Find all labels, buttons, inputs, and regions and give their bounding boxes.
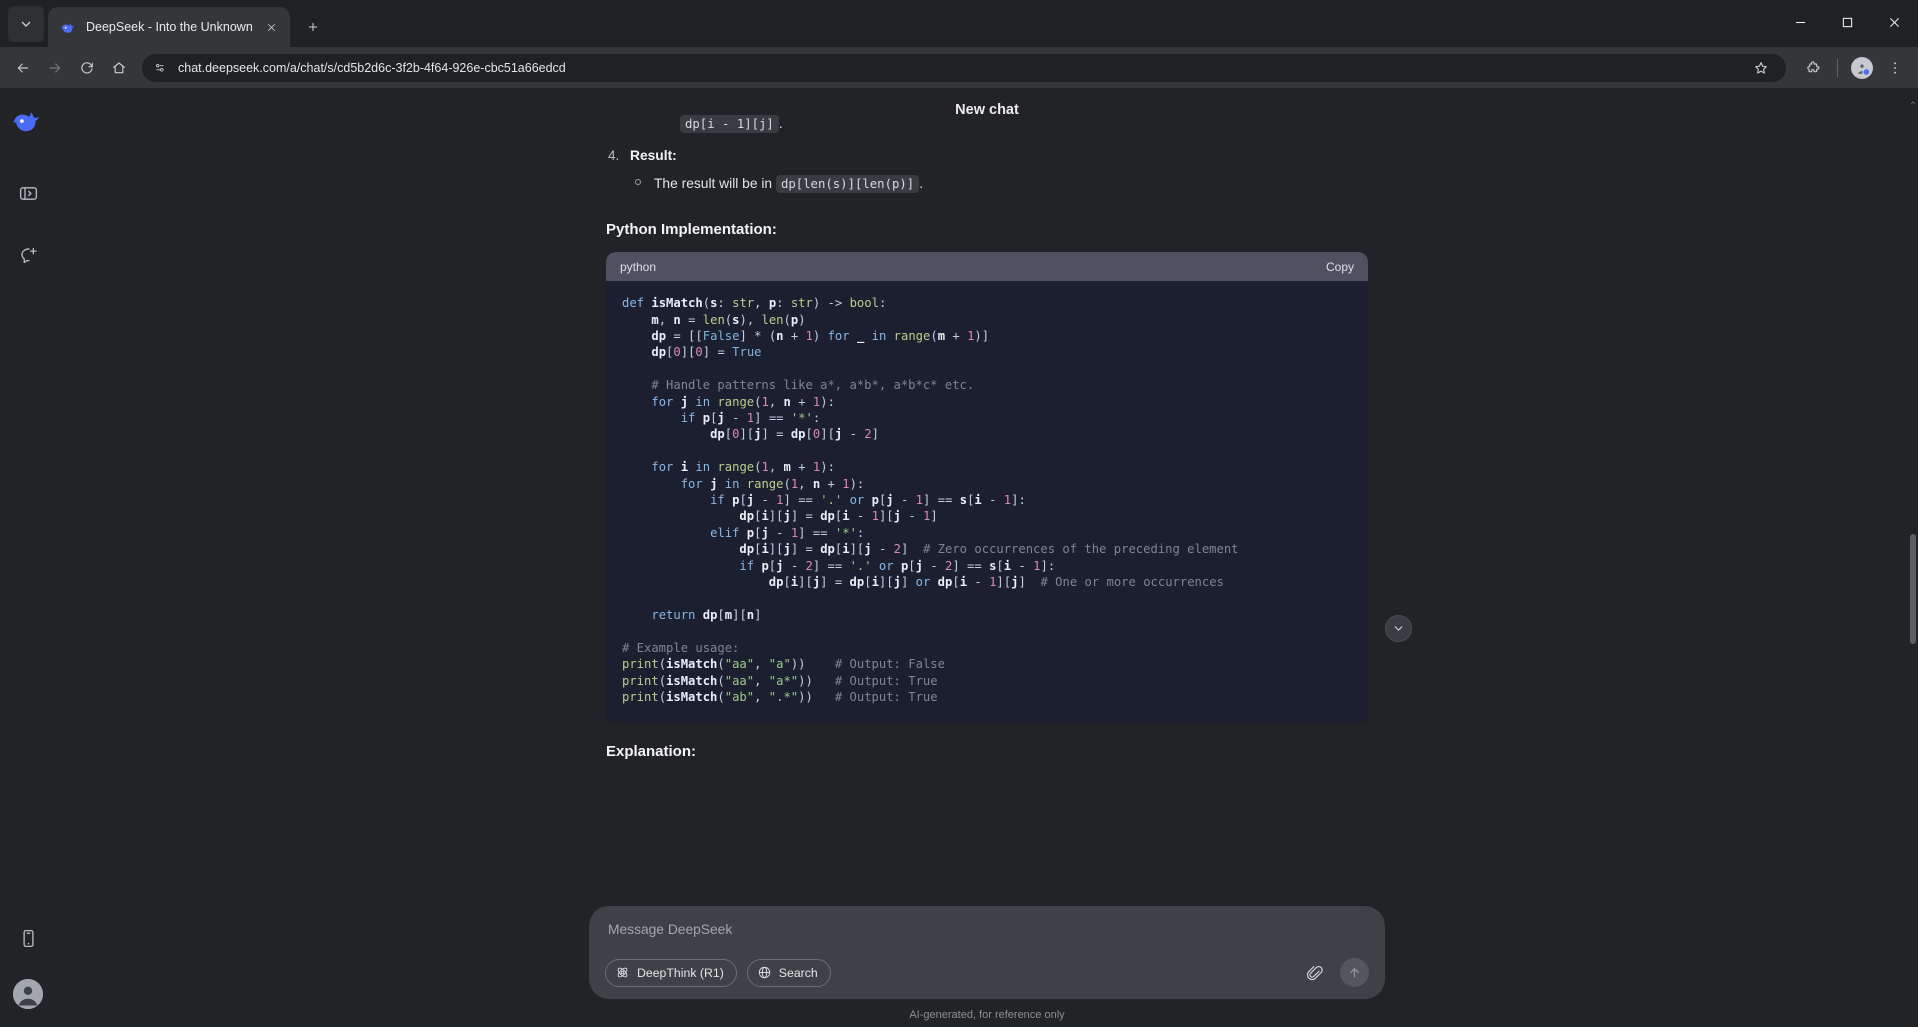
attach-file-button[interactable] xyxy=(1304,962,1326,984)
browser-toolbar: chat.deepseek.com/a/chat/s/cd5b2d6c-3f2b… xyxy=(0,47,1918,88)
toolbar-divider xyxy=(1837,59,1838,77)
search-toggle[interactable]: Search xyxy=(747,959,831,987)
close-icon xyxy=(266,22,277,33)
deepthink-toggle[interactable]: DeepThink (R1) xyxy=(605,959,737,987)
truncated-paragraph: dp[i - 1][j]. xyxy=(606,112,1368,136)
search-label: Search xyxy=(779,966,818,980)
deepseek-whale-logo[interactable] xyxy=(10,102,46,138)
bookmark-star-icon[interactable] xyxy=(1746,53,1776,83)
tab-strip: DeepSeek - Into the Unknown xyxy=(0,0,1918,47)
scroll-to-bottom-button[interactable] xyxy=(1385,615,1412,642)
message-composer[interactable]: Message DeepSeek DeepThink (R1) xyxy=(589,906,1385,999)
browser-menu-button[interactable] xyxy=(1880,53,1910,83)
home-icon xyxy=(111,60,127,76)
period: . xyxy=(779,116,783,131)
arrow-up-icon xyxy=(1347,965,1362,980)
deepseek-whale-favicon xyxy=(60,19,77,36)
tab-title: DeepSeek - Into the Unknown xyxy=(86,20,253,34)
sub-item-suffix: . xyxy=(919,176,923,191)
inline-code: dp[i - 1][j] xyxy=(680,115,779,133)
code-block-header: python Copy xyxy=(606,252,1368,281)
scrollbar-thumb[interactable] xyxy=(1910,534,1916,644)
back-button[interactable] xyxy=(8,53,38,83)
send-button[interactable] xyxy=(1340,958,1369,987)
new-tab-button[interactable] xyxy=(298,12,328,42)
sidebar-item-expand-sidebar[interactable] xyxy=(11,176,45,210)
message-column: dp[i - 1][j]. 4. Result: The result will… xyxy=(606,88,1368,760)
list-item: The result will be in dp[len(s)][len(p)]… xyxy=(654,172,1368,195)
list-item: 4. Result: The result will be in dp[len(… xyxy=(630,148,1368,195)
sub-list: The result will be in dp[len(s)][len(p)]… xyxy=(630,172,1368,195)
chevron-down-icon xyxy=(1392,622,1405,635)
sidebar-item-new-chat[interactable] xyxy=(11,238,45,272)
window-controls xyxy=(1777,0,1918,44)
paperclip-icon xyxy=(1306,964,1324,982)
disclaimer-text: AI-generated, for reference only xyxy=(909,999,1064,1021)
conversation-scroll-area[interactable]: dp[i - 1][j]. 4. Result: The result will… xyxy=(56,88,1918,906)
composer-toolbar: DeepThink (R1) Search xyxy=(605,958,1369,987)
address-bar[interactable]: chat.deepseek.com/a/chat/s/cd5b2d6c-3f2b… xyxy=(142,54,1786,82)
sidebar-item-profile[interactable] xyxy=(13,979,43,1009)
message-input[interactable]: Message DeepSeek xyxy=(605,922,1369,944)
sub-item-text: The result will be in xyxy=(654,176,776,191)
close-icon xyxy=(1889,17,1900,28)
url-text: chat.deepseek.com/a/chat/s/cd5b2d6c-3f2b… xyxy=(178,61,1737,75)
sidebar-bottom-group xyxy=(11,921,45,1027)
list-number: 4. xyxy=(608,148,619,163)
window-close-button[interactable] xyxy=(1871,0,1918,44)
reload-icon xyxy=(79,60,95,76)
code-content: def isMatch(s: str, p: str) -> bool: m, … xyxy=(606,281,1368,723)
extensions-button[interactable] xyxy=(1798,53,1828,83)
window-maximize-button[interactable] xyxy=(1824,0,1871,44)
arrow-right-icon xyxy=(47,60,63,76)
maximize-icon xyxy=(1842,17,1853,28)
home-button[interactable] xyxy=(104,53,134,83)
list-item-label: Result: xyxy=(630,148,677,163)
browser-window: DeepSeek - Into the Unknown xyxy=(0,0,1918,1027)
section-heading: Python Implementation: xyxy=(606,221,1368,238)
minimize-icon xyxy=(1795,17,1806,28)
globe-icon xyxy=(757,965,772,980)
avatar xyxy=(1851,57,1873,79)
app-sidebar xyxy=(0,88,56,1027)
sidebar-item-get-app[interactable] xyxy=(11,921,45,955)
tab-close-button[interactable] xyxy=(262,17,282,37)
code-language-label: python xyxy=(620,260,656,274)
panel-expand-icon xyxy=(18,183,39,204)
site-info-icon[interactable] xyxy=(150,58,169,77)
puzzle-icon xyxy=(1805,60,1821,76)
bullet-icon xyxy=(635,179,641,185)
composer-area: Message DeepSeek DeepThink (R1) xyxy=(56,906,1918,1027)
chat-main: New chat dp[i - 1][j]. 4. Result: xyxy=(56,88,1918,1027)
plus-icon xyxy=(306,20,320,34)
ordered-list: 4. Result: The result will be in dp[len(… xyxy=(606,148,1368,195)
new-chat-icon xyxy=(18,245,39,266)
mobile-device-icon xyxy=(18,928,39,949)
reload-button[interactable] xyxy=(72,53,102,83)
page-content: New chat dp[i - 1][j]. 4. Result: xyxy=(0,88,1918,1027)
tab-search-button[interactable] xyxy=(8,6,44,42)
chevron-down-icon xyxy=(18,16,34,32)
forward-button[interactable] xyxy=(40,53,70,83)
profile-avatar-button[interactable] xyxy=(1847,53,1877,83)
explanation-heading: Explanation: xyxy=(606,743,1368,760)
scrollbar-up-arrow[interactable] xyxy=(1909,94,1917,102)
window-minimize-button[interactable] xyxy=(1777,0,1824,44)
browser-tab[interactable]: DeepSeek - Into the Unknown xyxy=(48,7,290,47)
deepthink-label: DeepThink (R1) xyxy=(637,966,724,980)
inline-code: dp[len(s)][len(p)] xyxy=(776,175,919,193)
copy-code-button[interactable]: Copy xyxy=(1326,260,1354,274)
atom-icon xyxy=(615,965,630,980)
arrow-left-icon xyxy=(15,60,31,76)
page-scrollbar[interactable] xyxy=(1910,94,1917,1021)
avatar-icon xyxy=(13,979,43,1009)
kebab-menu-icon xyxy=(1887,60,1903,76)
code-block: python Copy def isMatch(s: str, p: str) … xyxy=(606,252,1368,723)
